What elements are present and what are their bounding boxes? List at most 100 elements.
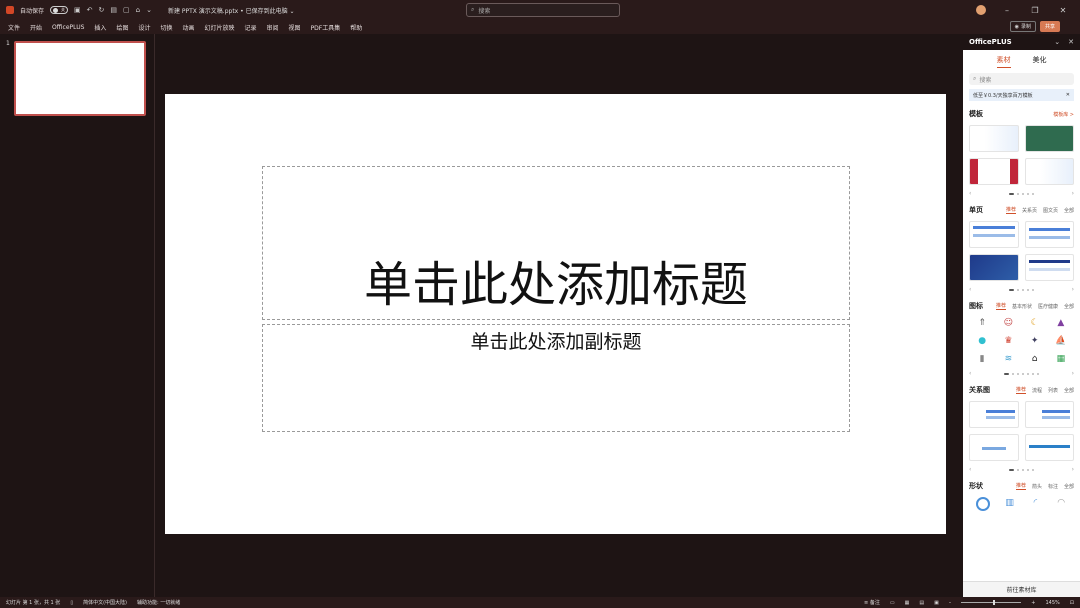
crown-icon[interactable]: ♛ (1002, 335, 1014, 347)
notes-button[interactable]: ≡ 备注 (864, 599, 880, 606)
next-arrow-icon[interactable]: › (1072, 286, 1074, 293)
save-icon[interactable]: ▣ (74, 6, 81, 14)
minimize-icon[interactable]: – (1000, 6, 1014, 15)
undo-icon[interactable]: ↶ (87, 6, 93, 14)
customize-quick-access-icon[interactable]: ⌄ (146, 6, 152, 14)
shapes-tab[interactable]: 全部 (1064, 483, 1074, 490)
share-button[interactable]: 共享 (1039, 21, 1060, 32)
pane-search-input[interactable]: ⌕ 搜索 (969, 73, 1074, 85)
menu-animations[interactable]: 动画 (182, 23, 194, 32)
fit-slide-icon[interactable]: ⊡ (1070, 600, 1074, 606)
prev-arrow-icon[interactable]: ‹ (969, 370, 971, 377)
next-arrow-icon[interactable]: › (1072, 466, 1074, 473)
document-title[interactable]: 新建 PPTX 演示文稿.pptx • 已保存到此电脑 ⌄ (168, 6, 295, 15)
moon-icon[interactable]: ☾ (1029, 317, 1041, 329)
menu-record[interactable]: 记录 (245, 23, 257, 32)
curve-shape-icon[interactable]: ◠ (1055, 497, 1067, 509)
icons-tab[interactable]: 推荐 (995, 302, 1006, 310)
template-tile[interactable] (1024, 158, 1074, 185)
relation-tile[interactable] (1024, 434, 1074, 461)
chart-icon[interactable]: ▦ (1055, 353, 1067, 365)
zoom-in-icon[interactable]: + (1031, 600, 1035, 606)
normal-view-icon[interactable]: ▭ (890, 600, 895, 606)
bulb-icon[interactable]: ● (976, 335, 988, 347)
arc-shape-icon[interactable]: ◜ (1029, 497, 1041, 509)
zoom-slider[interactable] (961, 600, 1022, 605)
language-status[interactable]: 简体中文(中国大陆) (83, 599, 127, 606)
tab-beautify[interactable]: 美化 (1033, 55, 1047, 68)
restore-icon[interactable]: ❐ (1028, 6, 1042, 15)
template-tile[interactable] (1024, 125, 1074, 152)
icons-tab[interactable]: 基本形状 (1012, 303, 1032, 310)
slide-sorter-icon[interactable]: ▦ (905, 600, 910, 606)
single-page-tile[interactable] (1024, 254, 1074, 281)
zoom-level[interactable]: 145% (1046, 600, 1060, 606)
relation-tab[interactable]: 流程 (1032, 387, 1042, 394)
pane-collapse-icon[interactable]: ⌄ (1054, 38, 1060, 46)
prev-arrow-icon[interactable]: ‹ (969, 190, 971, 197)
tab-materials[interactable]: 素材 (996, 55, 1011, 68)
shapes-tab[interactable]: 箭头 (1032, 483, 1042, 490)
icons-tab[interactable]: 医疗健康 (1038, 303, 1058, 310)
template-tile[interactable] (969, 125, 1019, 152)
robot-icon[interactable]: ☺ (1002, 317, 1014, 329)
open-folder-icon[interactable]: ⌂ (136, 6, 140, 14)
single-page-tab[interactable]: 推荐 (1005, 206, 1016, 214)
icons-tab[interactable]: 全部 (1064, 303, 1074, 310)
telescope-icon[interactable]: ✦ (1029, 335, 1041, 347)
relation-tab[interactable]: 列表 (1048, 387, 1058, 394)
relation-tile[interactable] (1024, 401, 1074, 428)
mountain-icon[interactable]: ▲ (1055, 317, 1067, 329)
relation-tile[interactable] (969, 401, 1019, 428)
relation-tab[interactable]: 推荐 (1015, 386, 1026, 394)
menu-help[interactable]: 帮助 (350, 23, 362, 32)
menu-review[interactable]: 审阅 (267, 23, 279, 32)
single-page-tile[interactable] (1024, 221, 1074, 248)
new-icon[interactable]: ▢ (123, 6, 130, 14)
shapes-tab[interactable]: 标注 (1048, 483, 1058, 490)
avatar[interactable] (976, 5, 986, 15)
relation-tile[interactable] (969, 434, 1019, 461)
title-placeholder[interactable]: 单击此处添加标题 (262, 166, 850, 320)
accessibility-status[interactable]: 辅助功能: 一切就绪 (137, 599, 180, 606)
template-tile[interactable] (969, 158, 1019, 185)
shapes-tab[interactable]: 推荐 (1015, 482, 1026, 490)
menu-design[interactable]: 设计 (138, 23, 150, 32)
next-arrow-icon[interactable]: › (1072, 190, 1074, 197)
menu-insert[interactable]: 插入 (94, 23, 106, 32)
wave-icon[interactable]: ≋ (1002, 353, 1014, 365)
slide-canvas[interactable]: 单击此处添加标题 单击此处添加副标题 (165, 94, 946, 534)
prev-arrow-icon[interactable]: ‹ (969, 286, 971, 293)
ship-icon[interactable]: ⛵ (1055, 335, 1067, 347)
present-icon[interactable]: ▤ (110, 6, 117, 14)
menu-officeplus[interactable]: OfficePLUS (52, 24, 84, 31)
menu-file[interactable]: 文件 (8, 23, 20, 32)
redo-icon[interactable]: ↻ (99, 6, 105, 14)
template-library-link[interactable]: 模板库 > (1053, 111, 1074, 118)
spelling-icon[interactable]: ▯ (70, 600, 73, 606)
reading-view-icon[interactable]: ▤ (919, 600, 924, 606)
promo-banner[interactable]: 低至￥0.3/天独享百万模板 ✕ (969, 89, 1074, 101)
single-page-tab[interactable]: 关系页 (1022, 207, 1037, 214)
single-page-tile[interactable] (969, 221, 1019, 248)
prev-arrow-icon[interactable]: ‹ (969, 466, 971, 473)
battery-icon[interactable]: ▮ (976, 353, 988, 365)
slideshow-icon[interactable]: ▣ (934, 600, 939, 606)
next-arrow-icon[interactable]: › (1072, 370, 1074, 377)
close-icon[interactable]: ✕ (1056, 6, 1070, 15)
single-page-tab[interactable]: 图文页 (1043, 207, 1058, 214)
subtitle-placeholder[interactable]: 单击此处添加副标题 (262, 324, 850, 432)
menu-slideshow[interactable]: 幻灯片放映 (205, 23, 235, 32)
search-box[interactable]: ⌕ 搜索 (466, 3, 620, 17)
menu-home[interactable]: 开始 (30, 23, 42, 32)
house-icon[interactable]: ⌂ (1029, 353, 1041, 365)
rocket-icon[interactable]: ⇑ (976, 317, 988, 329)
menu-draw[interactable]: 绘图 (116, 23, 128, 32)
ring-shape-icon[interactable] (975, 497, 990, 511)
pane-close-icon[interactable]: ✕ (1068, 38, 1074, 46)
single-page-tile[interactable] (969, 254, 1019, 281)
go-to-library-button[interactable]: 前往素材库 (963, 581, 1080, 597)
book-shape-icon[interactable]: ▥ (1004, 497, 1016, 509)
relation-tab[interactable]: 全部 (1064, 387, 1074, 394)
record-button[interactable]: ◉ 录制 (1009, 21, 1036, 32)
